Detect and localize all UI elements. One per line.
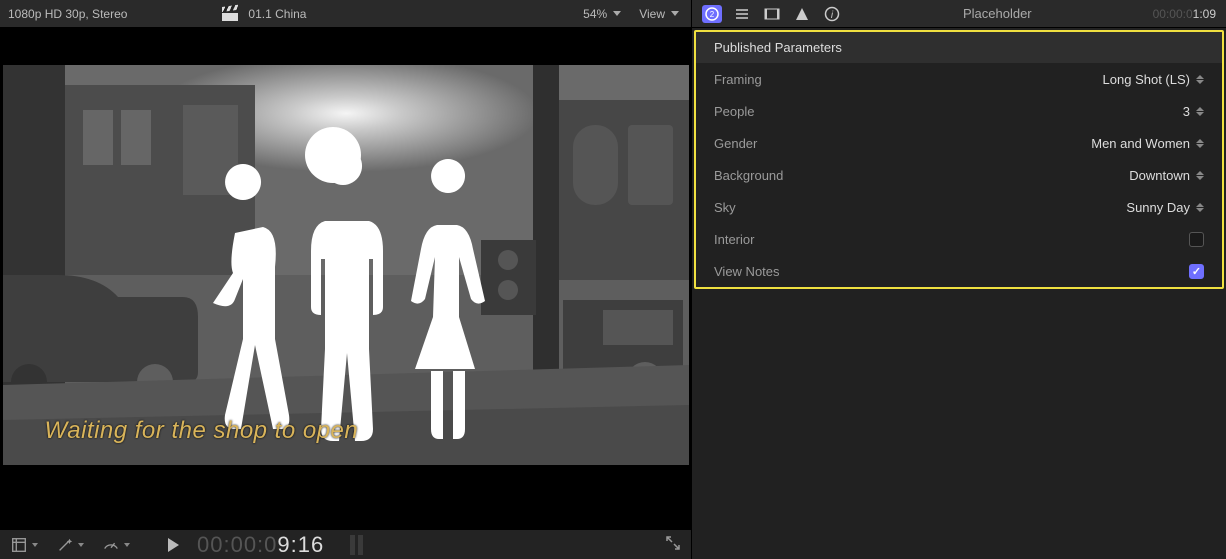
clapboard-icon[interactable] xyxy=(222,7,238,21)
tab-generator[interactable]: 2 xyxy=(702,5,722,23)
stepper-icon xyxy=(1196,203,1204,212)
note-overlay: Waiting for the shop to open xyxy=(45,417,359,445)
stepper-icon xyxy=(1196,171,1204,180)
view-menu[interactable]: View xyxy=(639,7,679,21)
zoom-menu[interactable]: 54% xyxy=(583,7,621,21)
param-label: Gender xyxy=(714,136,757,151)
param-value: Men and Women xyxy=(1091,136,1190,151)
chevron-down-icon xyxy=(671,11,679,16)
chevron-down-icon xyxy=(32,543,38,547)
zoom-value: 54% xyxy=(583,7,607,21)
checkbox-interior[interactable] xyxy=(1189,232,1204,247)
viewer-timecode[interactable]: 00:00:09:16 xyxy=(197,532,324,558)
param-label: Background xyxy=(714,168,783,183)
param-label: Interior xyxy=(714,232,754,247)
published-parameters: Published Parameters Framing Long Shot (… xyxy=(694,30,1224,289)
tab-color[interactable] xyxy=(792,5,812,23)
retime-menu[interactable] xyxy=(102,536,130,554)
param-background: Background Downtown xyxy=(696,159,1222,191)
tc-bright: 1:09 xyxy=(1193,7,1216,21)
param-label: People xyxy=(714,104,754,119)
fullscreen-button[interactable] xyxy=(665,535,681,554)
view-label: View xyxy=(639,7,665,21)
clip-name: 01.1 China xyxy=(248,7,306,21)
param-interior: Interior xyxy=(696,223,1222,255)
param-value-menu[interactable]: Downtown xyxy=(1129,168,1204,183)
stepper-icon xyxy=(1196,139,1204,148)
transport-bar: 00:00:09:16 xyxy=(0,529,691,559)
param-value: Downtown xyxy=(1129,168,1190,183)
param-value: Long Shot (LS) xyxy=(1103,72,1190,87)
stepper-icon xyxy=(1196,75,1204,84)
param-framing: Framing Long Shot (LS) xyxy=(696,63,1222,95)
param-value-menu[interactable]: Men and Women xyxy=(1091,136,1204,151)
tab-video[interactable] xyxy=(762,5,782,23)
inspector-timecode: 00:00:01:09 xyxy=(1153,7,1216,21)
svg-text:2: 2 xyxy=(710,10,715,19)
play-button[interactable] xyxy=(168,538,179,552)
param-label: View Notes xyxy=(714,264,780,279)
param-value: Sunny Day xyxy=(1126,200,1190,215)
placeholder-scene xyxy=(3,65,689,465)
checkbox-view-notes[interactable]: ✓ xyxy=(1189,264,1204,279)
tab-text[interactable] xyxy=(732,5,752,23)
tc-bright: 9:16 xyxy=(277,532,324,557)
canvas[interactable]: Waiting for the shop to open xyxy=(3,65,689,465)
param-value: 3 xyxy=(1183,104,1190,119)
param-label: Sky xyxy=(714,200,736,215)
chevron-down-icon xyxy=(78,543,84,547)
tc-dim: 00:00:0 xyxy=(1153,7,1193,21)
stepper-icon xyxy=(1196,107,1204,116)
param-value-menu[interactable]: Long Shot (LS) xyxy=(1103,72,1204,87)
inspector-toolbar: 2 i Placeholder 00:00:01:09 xyxy=(692,0,1226,28)
inspector-clip-name: Placeholder xyxy=(852,6,1143,21)
param-gender: Gender Men and Women xyxy=(696,127,1222,159)
tc-dim: 00:00:0 xyxy=(197,532,277,557)
audio-meter xyxy=(350,535,363,555)
param-label: Framing xyxy=(714,72,762,87)
param-view-notes: View Notes ✓ xyxy=(696,255,1222,287)
chevron-down-icon xyxy=(124,543,130,547)
param-value-menu[interactable]: Sunny Day xyxy=(1126,200,1204,215)
section-header: Published Parameters xyxy=(696,32,1222,63)
enhance-menu[interactable] xyxy=(56,536,84,554)
format-spec: 1080p HD 30p, Stereo xyxy=(8,7,127,21)
param-people: People 3 xyxy=(696,95,1222,127)
transform-menu[interactable] xyxy=(10,536,38,554)
inspector-pane: 2 i Placeholder 00:00:01:09 Published Pa… xyxy=(692,0,1226,559)
param-value-menu[interactable]: 3 xyxy=(1183,104,1204,119)
viewer-toolbar: 1080p HD 30p, Stereo 01.1 China 54% View xyxy=(0,0,691,28)
param-sky: Sky Sunny Day xyxy=(696,191,1222,223)
viewer-pane: 1080p HD 30p, Stereo 01.1 China 54% View xyxy=(0,0,692,559)
chevron-down-icon xyxy=(613,11,621,16)
tab-info[interactable]: i xyxy=(822,5,842,23)
canvas-area: Waiting for the shop to open xyxy=(0,28,691,529)
svg-text:i: i xyxy=(831,10,834,21)
